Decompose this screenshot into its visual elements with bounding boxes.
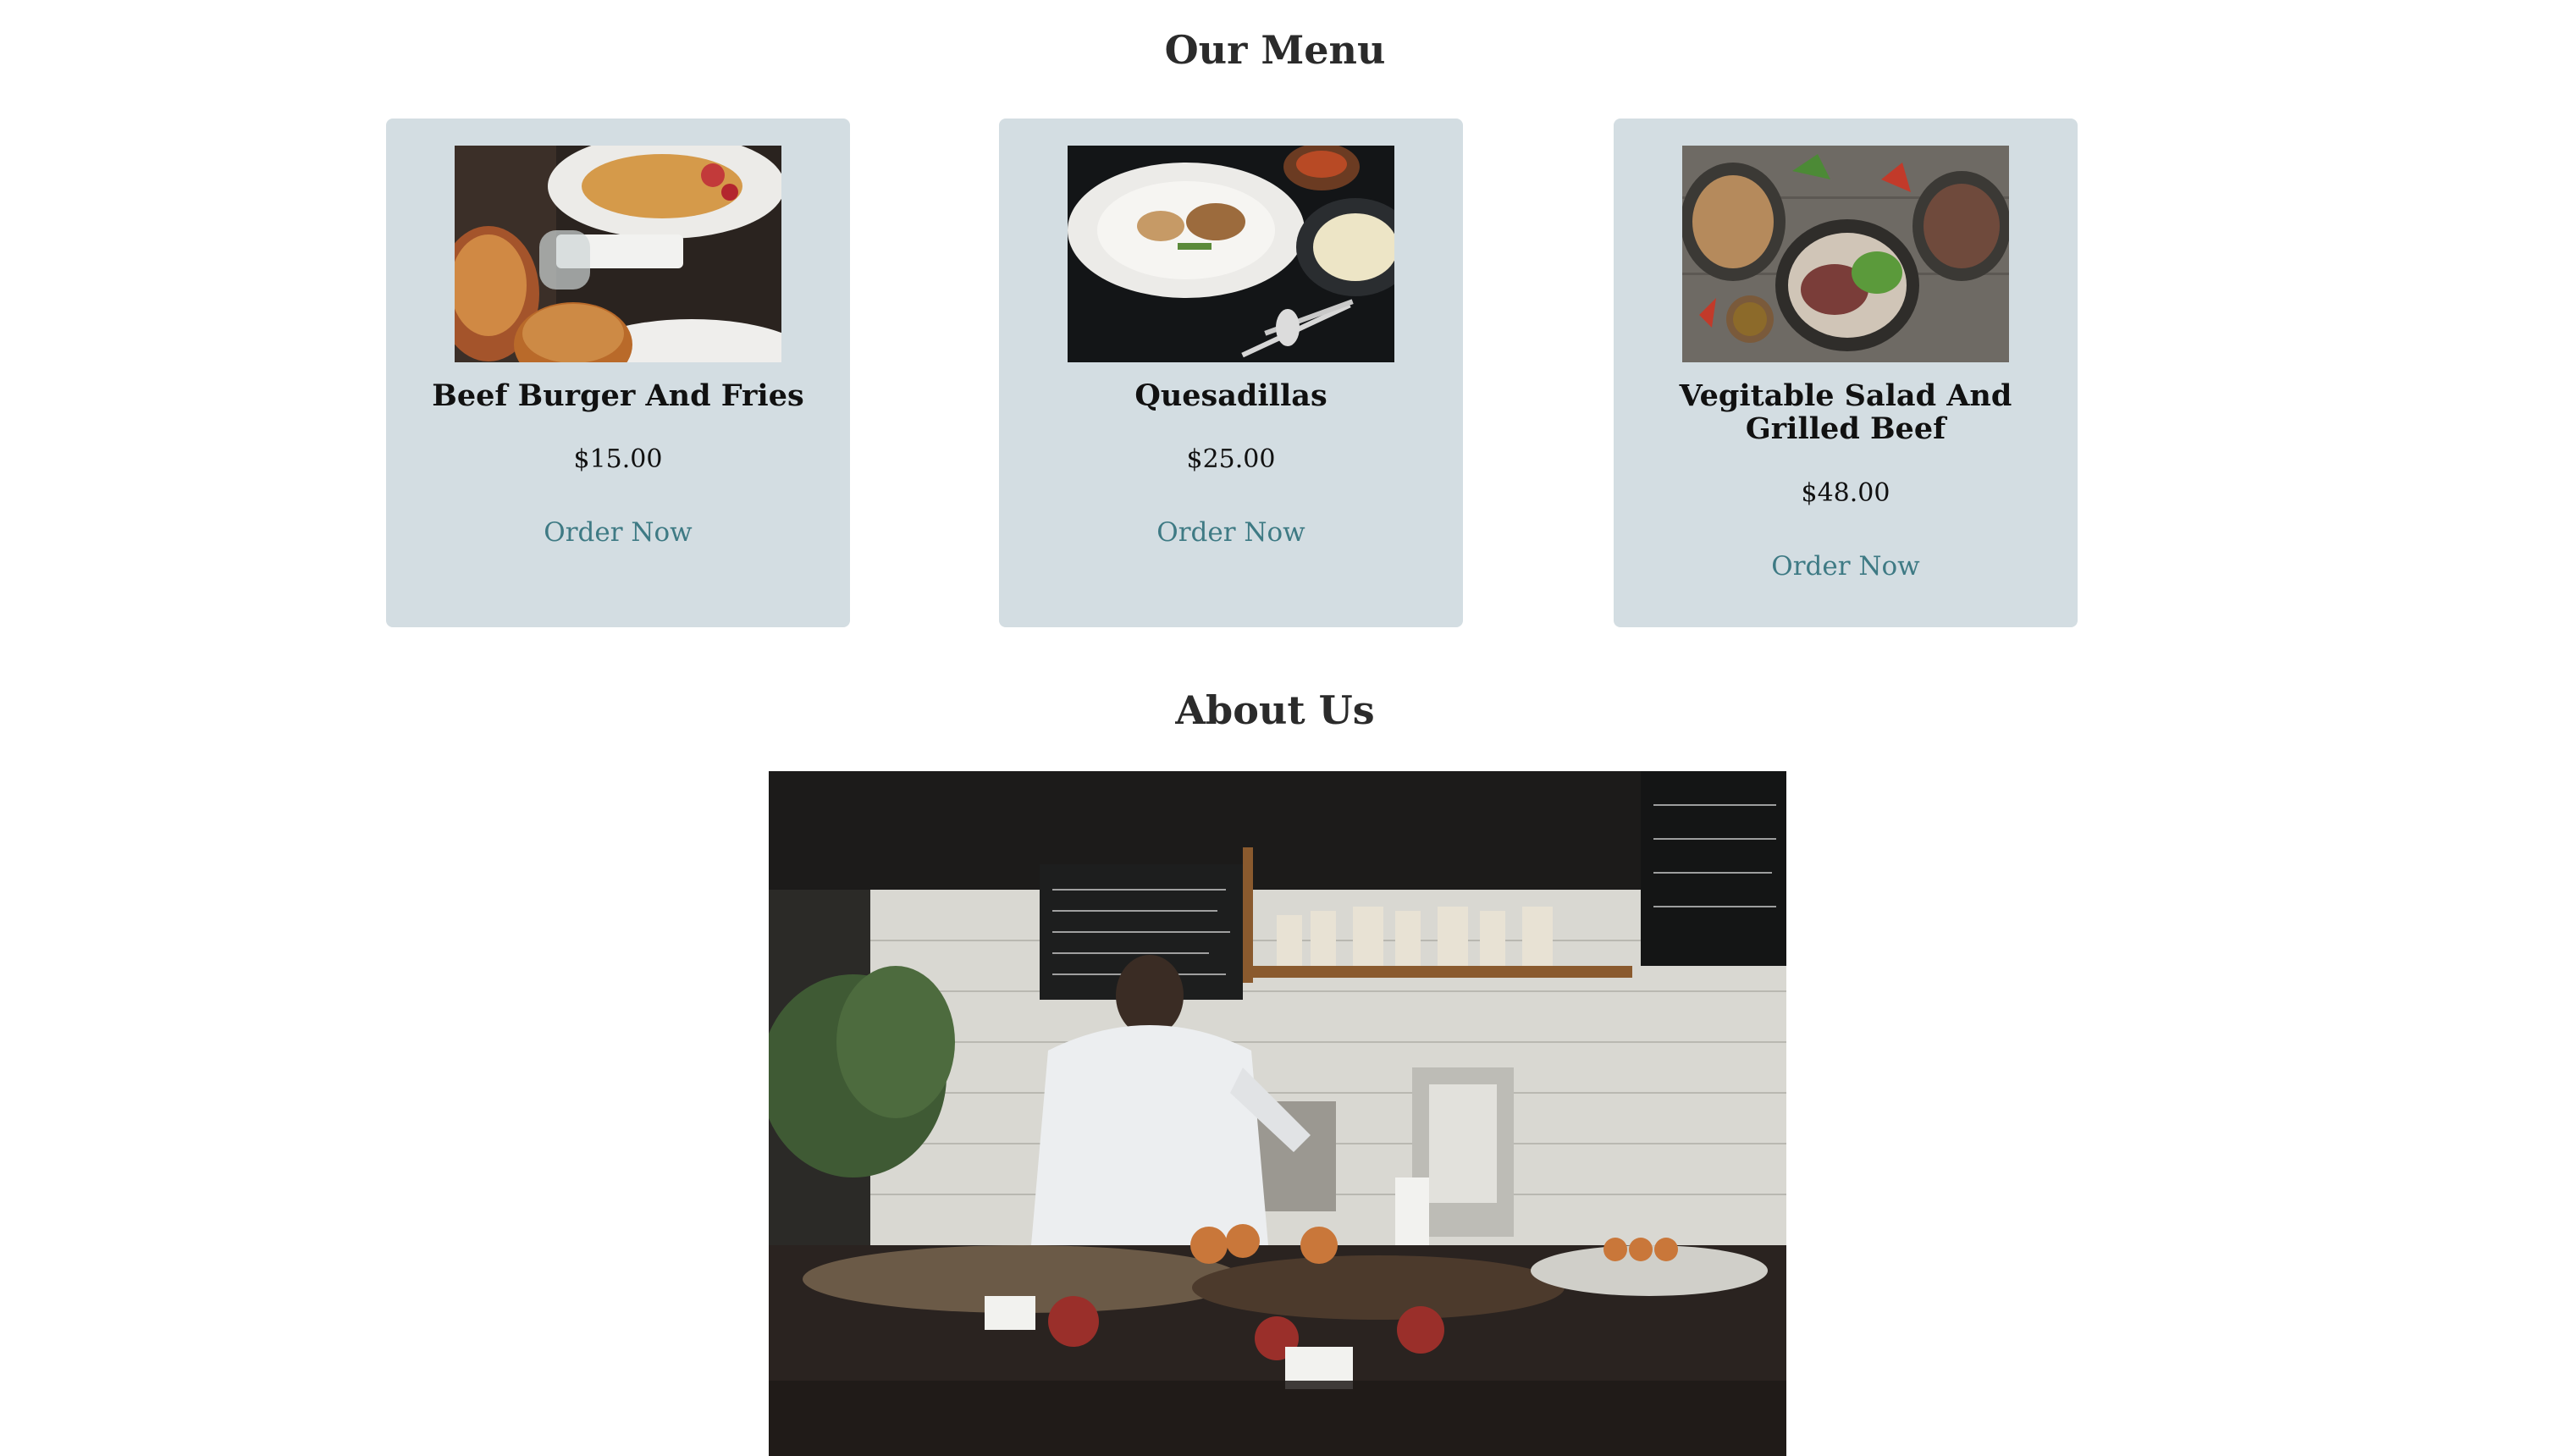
dish-price: $15.00	[573, 444, 663, 474]
dish-name: Beef Burger And Fries	[432, 378, 804, 413]
dish-name: Quesadillas	[1134, 378, 1327, 413]
page: Our Menu Beef Burger And Fries $15.00 Or	[0, 0, 2550, 1456]
about-heading: About Us	[1175, 687, 1375, 733]
menu-card-quesadillas: Quesadillas $25.00 Order Now	[999, 119, 1463, 627]
quesadillas-photo	[1068, 146, 1394, 362]
menu-card-vegetable-salad: Vegitable Salad And Grilled Beef $48.00 …	[1614, 119, 2078, 627]
dish-price: $25.00	[1186, 444, 1276, 474]
burger-photo	[455, 146, 781, 362]
order-now-link[interactable]: Order Now	[999, 520, 1463, 546]
dish-name: Vegitable Salad And Grilled Beef	[1679, 378, 2012, 446]
restaurant-kitchen-photo	[769, 771, 1786, 1456]
menu-card-beef-burger: Beef Burger And Fries $15.00 Order Now	[386, 119, 850, 627]
salad-photo	[1682, 146, 2009, 362]
order-now-link[interactable]: Order Now	[1614, 554, 2078, 580]
menu-heading: Our Menu	[1164, 27, 1386, 73]
dish-price: $48.00	[1801, 478, 1890, 508]
order-now-link[interactable]: Order Now	[386, 520, 850, 546]
